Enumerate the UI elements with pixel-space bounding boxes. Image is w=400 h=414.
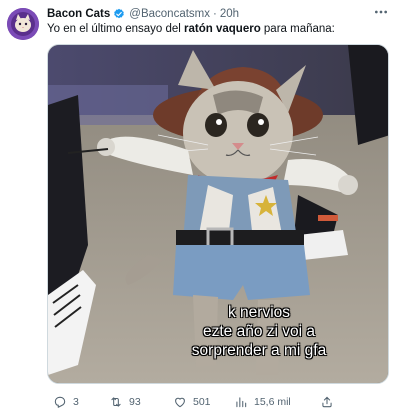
heart-icon (175, 397, 185, 408)
like-count: 501 (193, 396, 211, 408)
author-handle[interactable]: @Baconcatsmx (129, 8, 210, 20)
views-button[interactable]: 15,6 mil (234, 395, 291, 409)
caption-line-3: sorprender a mi gfa (191, 342, 327, 359)
caption-line-1: k nervios (227, 304, 291, 321)
reply-count: 3 (73, 396, 79, 408)
verified-badge-icon (113, 8, 125, 20)
caption-line-2: ezte año zi voi a (202, 323, 315, 340)
avatar[interactable] (7, 8, 39, 40)
retweet-button[interactable]: 93 (109, 395, 141, 409)
tweet-text-before: Yo en el último ensayo del (47, 23, 185, 35)
photo-caption: k nervios ezte año zi voi a sorprender a… (48, 303, 388, 360)
tweet-text-bold: ratón vaquero (184, 23, 261, 35)
share-button[interactable] (320, 395, 340, 409)
views-count: 15,6 mil (254, 396, 291, 408)
share-icon (322, 396, 332, 408)
retweet-count: 93 (129, 396, 141, 408)
tweet-actions-bar: 3 93 501 15,6 mil (47, 393, 392, 411)
tweet-timestamp[interactable]: 20h (220, 8, 239, 20)
like-button[interactable]: 501 (173, 395, 211, 409)
tweet-media-photo[interactable]: k nervios ezte año zi voi a sorprender a… (47, 44, 389, 384)
more-horizontal-icon[interactable] (372, 4, 390, 20)
tweet-text: Yo en el último ensayo del ratón vaquero… (47, 23, 335, 35)
views-icon (236, 397, 247, 408)
avatar-cat-logo-icon (7, 8, 39, 40)
separator-dot: · (212, 8, 217, 20)
reply-icon (54, 396, 66, 408)
tweet-header: Bacon Cats @Baconcatsmx · 20h (47, 6, 239, 22)
tweet-card[interactable]: Bacon Cats @Baconcatsmx · 20h Yo en el ú… (0, 0, 400, 414)
reply-button[interactable]: 3 (53, 395, 79, 409)
tweet-text-after: para mañana: (260, 23, 335, 35)
author-name[interactable]: Bacon Cats (47, 8, 110, 20)
retweet-icon (111, 397, 121, 407)
